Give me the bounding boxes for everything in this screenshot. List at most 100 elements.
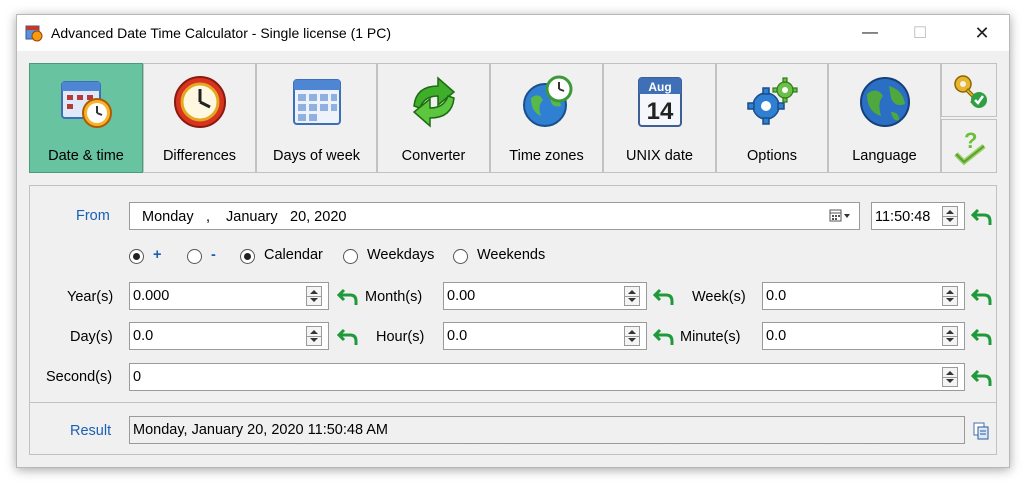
tab-unix-date[interactable]: Aug 14 UNIX date	[603, 63, 716, 173]
minutes-label: Minute(s)	[680, 329, 741, 345]
calendar-label: Calendar	[264, 247, 323, 263]
globe-icon	[859, 77, 910, 127]
minimize-button[interactable]: —	[847, 15, 893, 51]
minus-label: -	[211, 247, 216, 263]
time-spinner[interactable]	[942, 206, 958, 226]
window-title: Advanced Date Time Calculator - Single l…	[51, 25, 392, 41]
tab-date-time[interactable]: Date & time	[29, 63, 143, 173]
reset-years-icon[interactable]	[337, 286, 359, 308]
calendar-radio[interactable]	[240, 249, 255, 264]
unix-calendar-icon: Aug 14	[637, 77, 682, 127]
hours-spinner[interactable]	[624, 326, 640, 346]
seconds-input[interactable]: 0	[129, 363, 965, 391]
years-label: Year(s)	[67, 289, 114, 305]
tab-days-of-week-label: Days of week	[272, 148, 361, 164]
convert-arrows-icon	[412, 76, 455, 128]
minutes-input[interactable]: 0.0	[762, 322, 965, 350]
weeks-spinner[interactable]	[942, 286, 958, 306]
from-date-picker[interactable]: Monday , January 20, 2020	[129, 202, 860, 230]
tab-time-zones[interactable]: Time zones	[490, 63, 603, 173]
title-bar: Advanced Date Time Calculator - Single l…	[17, 15, 1009, 51]
weekdays-radio[interactable]	[343, 249, 358, 264]
days-value: 0.0	[133, 328, 154, 344]
help-button[interactable]: ?	[941, 119, 997, 173]
tab-date-time-label: Date & time	[48, 148, 124, 164]
license-key-button[interactable]	[941, 63, 997, 117]
months-value: 0.00	[447, 288, 476, 304]
gears-icon	[747, 77, 798, 125]
reset-months-icon[interactable]	[653, 286, 675, 308]
calendar-badge-day: 14	[646, 98, 673, 125]
days-spinner[interactable]	[306, 326, 322, 346]
years-input[interactable]: 0.000	[129, 282, 329, 310]
minutes-value: 0.0	[766, 328, 787, 344]
seconds-spinner[interactable]	[942, 367, 958, 387]
from-weekday[interactable]: Monday	[142, 209, 194, 225]
weeks-value: 0.0	[766, 288, 787, 304]
calendar-badge-month: Aug	[648, 80, 671, 94]
calendar-grid-icon	[292, 79, 341, 125]
tab-language-label: Language	[852, 148, 917, 164]
tab-differences-label: Differences	[162, 148, 237, 164]
days-input[interactable]: 0.0	[129, 322, 329, 350]
days-label: Day(s)	[70, 329, 113, 345]
help-check-icon: ?	[954, 128, 986, 166]
weeks-input[interactable]: 0.0	[762, 282, 965, 310]
reset-weeks-icon[interactable]	[971, 286, 993, 308]
weeks-label: Week(s)	[692, 289, 746, 305]
result-label: Result	[70, 423, 112, 439]
key-check-icon	[954, 75, 987, 108]
app-icon	[25, 25, 43, 42]
reset-minutes-icon[interactable]	[971, 326, 993, 348]
from-comma: ,	[206, 209, 211, 225]
weekends-radio[interactable]	[453, 249, 468, 264]
minutes-spinner[interactable]	[942, 326, 958, 346]
app-window: Advanced Date Time Calculator - Single l…	[16, 14, 1010, 468]
reset-seconds-icon[interactable]	[971, 367, 993, 389]
seconds-label: Second(s)	[46, 369, 113, 385]
seconds-value: 0	[133, 369, 142, 385]
from-day-year[interactable]: 20, 2020	[290, 209, 346, 225]
calculation-panel: © SOFTWARE.SHOP — THESOFTWARE.SHOP From …	[29, 185, 997, 455]
reset-days-icon[interactable]	[337, 326, 359, 348]
close-button[interactable]: ✕	[959, 15, 1005, 51]
calendar-dropdown-icon[interactable]	[829, 209, 853, 223]
globe-clock-icon	[522, 75, 572, 127]
tab-options[interactable]: Options	[716, 63, 828, 173]
from-month[interactable]: January	[226, 209, 278, 225]
tab-time-zones-label: Time zones	[509, 148, 584, 164]
clock-icon	[173, 76, 226, 128]
tab-language[interactable]: Language	[828, 63, 941, 173]
maximize-button[interactable]: ☐	[897, 15, 943, 51]
reset-hours-icon[interactable]	[653, 326, 675, 348]
minus-radio[interactable]	[187, 249, 202, 264]
main-toolbar: Date & time Differences Days of week Con…	[29, 63, 997, 175]
calendar-clock-icon	[61, 81, 112, 128]
tab-unix-date-label: UNIX date	[626, 148, 693, 164]
hours-input[interactable]: 0.0	[443, 322, 647, 350]
months-input[interactable]: 0.00	[443, 282, 647, 310]
tab-converter-label: Converter	[401, 148, 466, 164]
months-spinner[interactable]	[624, 286, 640, 306]
years-spinner[interactable]	[306, 286, 322, 306]
weekdays-label: Weekdays	[367, 247, 435, 263]
reset-from-icon[interactable]	[971, 206, 993, 228]
hours-value: 0.0	[447, 328, 468, 344]
from-label: From	[76, 208, 110, 224]
hours-label: Hour(s)	[376, 329, 425, 345]
result-output[interactable]: Monday, January 20, 2020 11:50:48 AM	[129, 416, 965, 444]
result-separator	[30, 402, 996, 403]
svg-text:?: ?	[964, 128, 977, 153]
tab-differences[interactable]: Differences	[143, 63, 256, 173]
copy-icon[interactable]	[972, 422, 990, 440]
plus-radio[interactable]	[129, 249, 144, 264]
weekends-label: Weekends	[477, 247, 546, 263]
tab-converter[interactable]: Converter	[377, 63, 490, 173]
years-value: 0.000	[133, 288, 170, 304]
plus-label: +	[153, 247, 162, 263]
from-time-input[interactable]: 11:50:48	[871, 202, 965, 230]
tab-options-label: Options	[747, 148, 797, 164]
from-time-value: 11:50:48	[875, 209, 931, 225]
tab-days-of-week[interactable]: Days of week	[256, 63, 377, 173]
months-label: Month(s)	[365, 289, 423, 305]
